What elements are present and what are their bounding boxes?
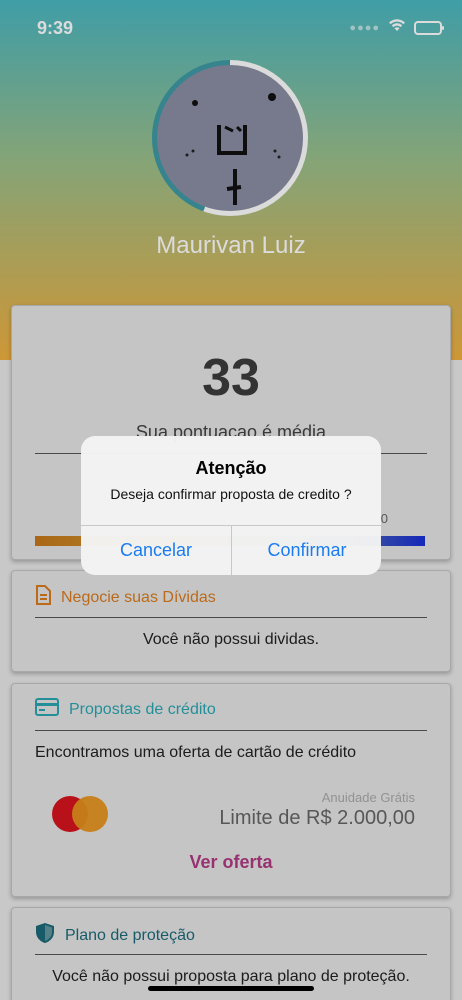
app-screen: 9:39 ●●●● Maurivan Luiz 33 Sua pontuacao… <box>0 0 462 1000</box>
alert-title: Atenção <box>195 458 267 478</box>
cancel-button[interactable]: Cancelar <box>81 526 231 575</box>
confirm-alert-dialog: Atenção Deseja confirmar proposta de cre… <box>81 436 381 575</box>
home-indicator[interactable] <box>148 986 314 991</box>
confirm-button[interactable]: Confirmar <box>232 526 381 575</box>
alert-message: Deseja confirmar proposta de credito ? <box>110 486 352 502</box>
